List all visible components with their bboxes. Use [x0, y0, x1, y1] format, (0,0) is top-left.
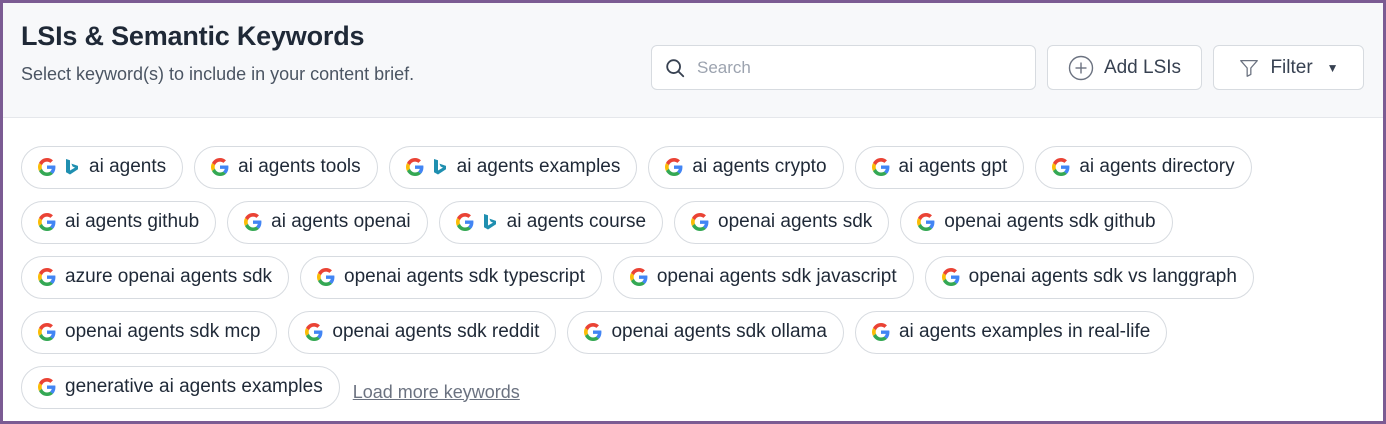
keyword-chip-label: ai agents examples: [456, 156, 621, 177]
search-field[interactable]: [651, 45, 1036, 90]
filter-funnel-icon: [1238, 57, 1260, 79]
keyword-chip[interactable]: openai agents sdk reddit: [288, 310, 557, 354]
keyword-chip[interactable]: openai agents sdk vs langgraph: [924, 255, 1254, 299]
keyword-chip[interactable]: ai agents crypto: [648, 145, 844, 189]
keyword-chip[interactable]: ai agents directory: [1035, 145, 1252, 189]
bing-icon: [482, 213, 498, 231]
filter-button[interactable]: Filter ▼: [1213, 45, 1364, 90]
keyword-chip-label: ai agents github: [65, 211, 200, 232]
keyword-chip-list: ai agents ai agents tools ai agents exampl…: [21, 145, 1366, 420]
google-icon: [941, 268, 960, 286]
keyword-chip-label: ai agents tools: [238, 156, 361, 177]
keyword-chip-row: ai agents ai agents tools ai agents exampl…: [21, 145, 1366, 189]
keyword-chip[interactable]: openai agents sdk github: [900, 200, 1173, 244]
keyword-chip[interactable]: openai agents sdk typescript: [300, 255, 602, 299]
keyword-chip-label: openai agents sdk mcp: [65, 321, 261, 342]
keyword-chip[interactable]: ai agents examples in real-life: [854, 310, 1168, 354]
google-icon: [917, 213, 935, 231]
keyword-chip-label: ai agents gpt: [898, 156, 1008, 177]
keyword-chip-row: ai agents github ai agents openai ai agent…: [21, 200, 1366, 244]
keyword-chip-label: ai agents crypto: [692, 156, 827, 177]
google-icon: [38, 158, 56, 176]
google-icon: [871, 323, 890, 341]
keyword-chip-label: openai agents sdk ollama: [611, 321, 827, 342]
google-icon: [317, 268, 335, 286]
keyword-chip-row: openai agents sdk mcp openai agents sdk r…: [21, 310, 1366, 354]
keyword-chip[interactable]: ai agents examples: [388, 145, 638, 189]
keyword-chip[interactable]: ai agents gpt: [854, 145, 1025, 189]
panel-header: LSIs & Semantic Keywords Select keyword(…: [3, 3, 1383, 118]
keyword-chip-label: ai agents openai: [271, 211, 411, 232]
lsi-panel: LSIs & Semantic Keywords Select keyword(…: [0, 0, 1386, 424]
keyword-chip[interactable]: generative ai agents examples: [21, 365, 340, 409]
keyword-chip-label: azure openai agents sdk: [65, 266, 273, 287]
google-icon: [584, 323, 602, 341]
keyword-chip[interactable]: openai agents sdk mcp: [21, 310, 278, 354]
bing-icon: [64, 158, 80, 176]
google-icon: [405, 158, 424, 176]
keyword-chip-label: ai agents directory: [1079, 156, 1235, 177]
load-more-keywords-link[interactable]: Load more keywords: [353, 382, 520, 403]
keyword-chip[interactable]: ai agents openai: [227, 200, 428, 244]
keyword-chip-label: openai agents sdk github: [944, 211, 1156, 232]
google-icon: [871, 158, 890, 176]
panel-subtitle: Select keyword(s) to include in your con…: [21, 64, 415, 84]
google-icon: [38, 268, 56, 286]
google-icon: [305, 323, 323, 341]
add-lsis-button[interactable]: Add LSIs: [1047, 45, 1202, 90]
keyword-chip[interactable]: ai agents github: [21, 200, 217, 244]
keyword-chip-label: ai agents examples in real-life: [898, 321, 1151, 342]
bing-icon: [432, 158, 448, 176]
keyword-chip-row: generative ai agents examples Load more k…: [21, 365, 1366, 409]
google-icon: [455, 213, 474, 231]
google-icon: [38, 323, 56, 341]
keyword-chip-row: azure openai agents sdk openai agents sdk…: [21, 255, 1366, 299]
keyword-chip-label: openai agents sdk vs langgraph: [968, 266, 1237, 287]
panel-title: LSIs & Semantic Keywords: [21, 21, 365, 51]
keyword-chip[interactable]: azure openai agents sdk: [21, 255, 290, 299]
filter-label: Filter: [1270, 56, 1313, 78]
google-icon: [1052, 158, 1070, 176]
keyword-chip[interactable]: ai agents course: [438, 200, 664, 244]
keyword-chip-label: openai agents sdk javascript: [656, 266, 897, 287]
keyword-chip-label: ai agents course: [506, 211, 647, 232]
chevron-down-icon: ▼: [1326, 60, 1339, 75]
keyword-chip-label: openai agents sdk reddit: [332, 321, 540, 342]
keyword-chip-label: ai agents: [89, 156, 167, 177]
google-icon: [38, 213, 56, 231]
plus-circle-icon: [1068, 55, 1094, 81]
keyword-chip-label: openai agents sdk: [718, 211, 873, 232]
keyword-chip[interactable]: ai agents: [21, 145, 184, 189]
search-input[interactable]: [697, 57, 1017, 78]
keyword-chip[interactable]: openai agents sdk javascript: [612, 255, 914, 299]
search-icon: [664, 57, 686, 79]
google-icon: [244, 213, 262, 231]
keyword-chip-label: openai agents sdk typescript: [344, 266, 585, 287]
google-icon: [629, 268, 648, 286]
google-icon: [691, 213, 709, 231]
add-lsis-label: Add LSIs: [1103, 56, 1182, 78]
google-icon: [38, 378, 56, 396]
keyword-chip[interactable]: ai agents tools: [194, 145, 378, 189]
keyword-chip[interactable]: openai agents sdk: [674, 200, 890, 244]
keyword-chip-label: generative ai agents examples: [65, 376, 323, 397]
keyword-chip[interactable]: openai agents sdk ollama: [567, 310, 844, 354]
google-icon: [665, 158, 683, 176]
google-icon: [211, 158, 229, 176]
